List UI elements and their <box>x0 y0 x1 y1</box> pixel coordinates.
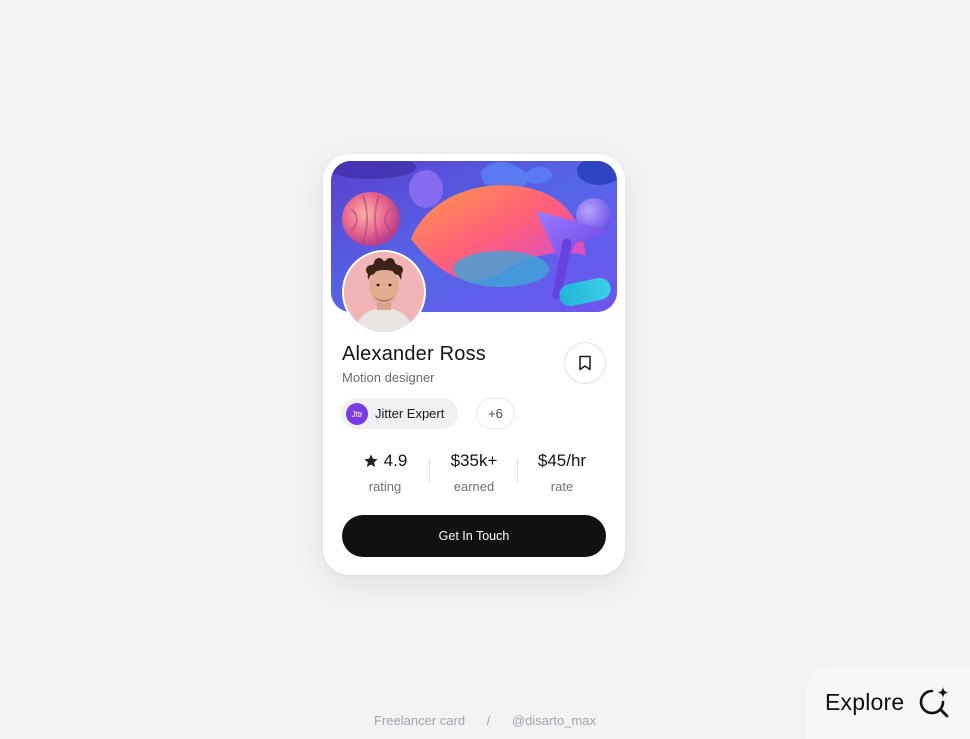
footer-author: @disarto_max <box>511 713 596 728</box>
stat-rating-label: rating <box>368 479 402 494</box>
avatar <box>342 250 426 334</box>
explore-button[interactable]: Explore <box>806 666 970 739</box>
footer-title: Freelancer card <box>374 713 466 728</box>
avatar-portrait <box>344 252 424 332</box>
expert-badge[interactable]: Jttr Jitter Expert <box>341 398 459 429</box>
profile-role: Motion designer <box>342 370 435 385</box>
stat-earned-value: $35k+ <box>450 451 498 470</box>
stat-rate: $45/hr rate <box>522 450 602 494</box>
stat-divider <box>517 458 518 482</box>
explore-label: Explore <box>825 689 905 715</box>
bookmark-button[interactable] <box>564 342 606 384</box>
stat-earned: $35k+ earned <box>434 450 514 494</box>
jitter-logo: Jttr <box>346 402 368 425</box>
stat-earned-label: earned <box>453 479 495 494</box>
badge-label: Jitter Expert <box>375 406 445 421</box>
star-icon <box>364 454 378 467</box>
footer-separator: / <box>486 713 491 728</box>
stat-rating-value-row: 4.9 <box>345 450 425 472</box>
bookmark-icon <box>579 355 591 371</box>
stat-rating-value: 4.9 <box>383 451 408 470</box>
profile-name: Alexander Ross <box>342 343 486 365</box>
sparkle-search-icon <box>920 686 949 717</box>
get-in-touch-button[interactable]: Get In Touch <box>342 515 606 557</box>
more-badges-chip[interactable]: +6 <box>476 398 515 429</box>
stat-divider <box>429 458 430 482</box>
stat-rating: 4.9 rating <box>345 450 425 494</box>
stat-rate-label: rate <box>550 479 574 494</box>
stat-rate-value: $45/hr <box>537 451 587 470</box>
freelancer-card: Alexander Ross Motion designer Jttr Jitt… <box>323 154 625 575</box>
